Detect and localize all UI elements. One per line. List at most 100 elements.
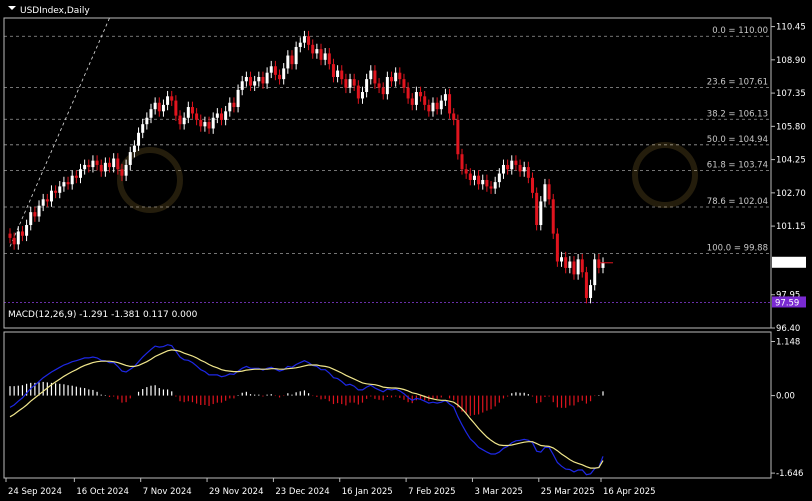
candle-body xyxy=(298,42,302,47)
candle-body xyxy=(439,100,443,110)
fib-level-label: 100.0 = 99.88 xyxy=(707,243,768,253)
candle-body xyxy=(535,192,539,226)
candle-body xyxy=(66,182,70,185)
time-tick-label: 24 Sep 2024 xyxy=(8,487,62,497)
candle-body xyxy=(161,104,165,112)
candle-body xyxy=(33,212,37,217)
candle-body xyxy=(510,160,514,170)
candle-body xyxy=(273,66,277,75)
candle-body xyxy=(215,113,219,118)
price-panel[interactable]: 0.0 = 110.00 23.6 = 107.61 38.2 = 106.13 50… xyxy=(4,17,771,304)
candle-body xyxy=(369,70,373,80)
candle-body xyxy=(249,76,253,86)
candle-body xyxy=(236,89,240,108)
candle-body xyxy=(294,46,298,65)
macd-panel[interactable] xyxy=(9,344,604,476)
chart-canvas[interactable]: 0.0 = 110.00 23.6 = 107.61 38.2 = 106.13 50… xyxy=(0,0,812,501)
candle-body xyxy=(410,98,414,105)
candle-body xyxy=(560,257,564,262)
candle-body xyxy=(501,164,505,174)
candle-body xyxy=(477,175,481,185)
price-tick-label: 107.35 xyxy=(776,89,806,99)
candle-body xyxy=(327,53,331,65)
candle-body xyxy=(170,96,174,101)
candle-body xyxy=(112,158,116,168)
candle-body xyxy=(78,169,82,178)
candle-body xyxy=(331,64,335,77)
macd-title: MACD(12,26,9) -1.291 -1.381 0.117 0.000 xyxy=(8,310,198,320)
candle-body xyxy=(448,94,452,114)
time-tick-label: 7 Feb 2025 xyxy=(408,487,456,497)
watermark-circle xyxy=(632,142,698,208)
macd-tick-label: 1.148 xyxy=(776,338,800,348)
candle-body xyxy=(497,173,501,183)
candle-body xyxy=(464,169,468,174)
candle-body xyxy=(427,104,431,112)
candle-body xyxy=(443,94,447,101)
candle-body xyxy=(419,92,423,97)
candle-body xyxy=(402,79,406,88)
watermark-logo xyxy=(117,142,698,213)
candle-body xyxy=(91,160,95,168)
candle-body xyxy=(394,72,398,82)
candle-body xyxy=(290,55,294,65)
candle-body xyxy=(29,212,33,226)
candle-body xyxy=(232,102,236,108)
candle-body xyxy=(128,152,132,165)
candle-body xyxy=(456,119,460,155)
candle-body xyxy=(593,259,597,286)
price-tick-label: 102.70 xyxy=(776,189,806,199)
candle-body xyxy=(481,179,485,185)
macd-signal-line xyxy=(9,349,604,469)
candle-body xyxy=(319,49,323,60)
candle-body xyxy=(485,179,489,187)
candle-body xyxy=(182,117,186,125)
candle-body xyxy=(278,74,282,80)
candle-body xyxy=(385,76,389,95)
candle-body xyxy=(431,102,435,112)
time-tick-label: 29 Nov 2024 xyxy=(209,487,263,497)
candle-body xyxy=(377,83,381,88)
candle-body xyxy=(423,96,427,105)
candle-body xyxy=(190,107,194,114)
candle-body xyxy=(406,87,410,99)
trend-line xyxy=(9,17,110,247)
candle-body xyxy=(269,66,273,73)
candle-body xyxy=(568,261,572,268)
candle-body xyxy=(522,167,526,172)
candle-body xyxy=(178,115,182,125)
candle-body xyxy=(489,186,493,189)
candle-body xyxy=(344,79,348,88)
candle-body xyxy=(124,164,128,176)
candle-body xyxy=(526,167,530,178)
candle-body xyxy=(468,173,472,180)
macd-panel-frame xyxy=(3,331,772,479)
price-tick-label: 105.80 xyxy=(776,122,806,132)
candle-body xyxy=(74,175,78,178)
candle-body xyxy=(360,92,364,99)
time-tick-label: 7 Nov 2024 xyxy=(143,487,192,497)
candle-body xyxy=(572,261,576,275)
price-tick-label: 104.25 xyxy=(776,156,806,166)
candle-body xyxy=(149,109,153,118)
candle-body xyxy=(365,79,369,93)
candle-body xyxy=(132,145,136,153)
candle-body xyxy=(356,85,360,99)
candle-body xyxy=(211,117,215,129)
candle-body xyxy=(257,76,261,82)
window-menu-icon xyxy=(8,6,16,10)
candle-body xyxy=(340,70,344,80)
fib-level-label: 78.6 = 102.04 xyxy=(707,197,768,207)
candle-body xyxy=(551,199,555,234)
candle-body xyxy=(203,122,207,127)
candle-body xyxy=(564,257,568,268)
candle-body xyxy=(120,169,124,176)
candle-body xyxy=(307,36,311,45)
candle-body xyxy=(601,262,605,268)
candle-body xyxy=(244,76,248,82)
candle-body xyxy=(16,231,20,245)
candle-body xyxy=(302,36,306,43)
time-tick-label: 25 Mar 2025 xyxy=(541,487,595,497)
candle-body xyxy=(45,199,49,202)
candle-body xyxy=(62,182,66,187)
